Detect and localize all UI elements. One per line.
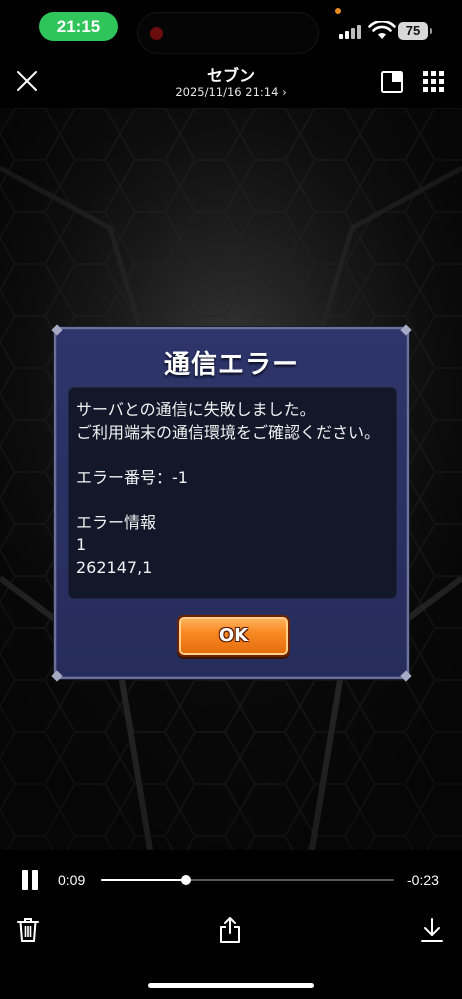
scrubber-handle[interactable]	[180, 875, 191, 885]
wifi-icon	[368, 21, 396, 39]
status-bar: 21:15 75	[0, 0, 462, 56]
error-info-label: エラー情報	[76, 512, 157, 532]
progress-fill	[101, 879, 186, 881]
recording-indicator-icon	[150, 27, 163, 40]
home-indicator[interactable]	[148, 983, 314, 988]
elapsed-time: 0:09	[58, 872, 86, 888]
playback-controls: 0:09 -0:23	[0, 850, 462, 999]
remaining-time: -0:23	[407, 872, 439, 888]
ok-button[interactable]: OK	[177, 615, 290, 657]
battery-indicator: 75	[398, 22, 432, 40]
grid-icon[interactable]	[423, 71, 444, 92]
pause-icon[interactable]	[20, 870, 40, 890]
error-code: エラー番号：-1	[76, 467, 188, 487]
dialog-title: 通信エラー	[163, 350, 299, 380]
share-icon[interactable]	[218, 916, 242, 944]
error-info-value: 1	[76, 535, 87, 554]
download-icon[interactable]	[420, 917, 444, 943]
top-navigation: セブン 2025/11/16 21:14 ›	[0, 56, 462, 108]
dynamic-island	[137, 12, 319, 54]
privacy-dot-icon	[335, 8, 341, 14]
error-info-value: 262147,1	[76, 557, 153, 577]
error-dialog: 通信エラー サーバとの通信に失敗しました。 ご利用端末の通信環境をご確認ください…	[51, 324, 412, 682]
pip-icon[interactable]	[381, 71, 403, 93]
progress-scrubber[interactable]	[101, 875, 394, 885]
status-time: 21:15	[39, 12, 118, 41]
cellular-signal-icon	[339, 23, 367, 39]
error-message-box: サーバとの通信に失敗しました。 ご利用端末の通信環境をご確認ください。 エラー番…	[68, 387, 397, 599]
message-line: ご利用端末の通信環境をご確認ください。	[76, 422, 381, 442]
trash-icon[interactable]	[17, 917, 39, 943]
message-line: サーバとの通信に失敗しました。	[76, 400, 316, 419]
